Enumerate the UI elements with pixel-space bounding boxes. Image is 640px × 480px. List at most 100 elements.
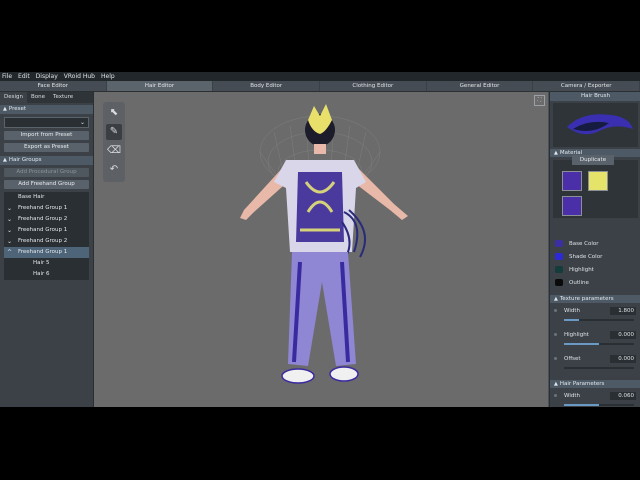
left-subtabs: Design Bone Texture: [0, 92, 93, 103]
duplicate-button[interactable]: Duplicate: [572, 155, 614, 165]
param-dot-icon: [554, 394, 557, 397]
import-from-preset-button[interactable]: Import from Preset: [4, 131, 89, 140]
chevron-up-icon: ▲: [554, 296, 558, 302]
chevron-down-icon[interactable]: ⌄: [7, 214, 12, 225]
highlight-color-row[interactable]: Highlight: [555, 266, 594, 275]
slider-track[interactable]: [564, 404, 634, 406]
outline-color-row[interactable]: Outline: [555, 279, 589, 288]
material-swatch[interactable]: [588, 171, 608, 191]
list-item[interactable]: ⌄ Freehand Group 1: [4, 203, 89, 214]
slider-fill: [564, 404, 599, 406]
3d-viewport[interactable]: ⬉ ✎ ⌫ ↶ ⛶: [94, 92, 548, 407]
hair-groups-section-header[interactable]: ▲ Hair Groups: [0, 156, 93, 165]
add-freehand-group-button[interactable]: Add Freehand Group: [4, 180, 89, 189]
group-label: Freehand Group 1: [18, 249, 68, 255]
base-color-label: Base Color: [569, 241, 599, 247]
slider-track[interactable]: [564, 367, 634, 369]
param-highlight: Highlight 0.000: [554, 331, 636, 352]
left-shoe: [281, 368, 315, 384]
texture-parameters-header[interactable]: ▲ Texture parameters: [550, 295, 640, 303]
outline-color-label: Outline: [569, 280, 589, 286]
param-hair-width: Width 0.060: [554, 392, 636, 407]
color-dot-icon[interactable]: [555, 279, 563, 286]
tab-body-editor[interactable]: Body Editor: [213, 81, 320, 91]
param-value-input[interactable]: 0.060: [610, 392, 636, 400]
hair-label: Hair 6: [33, 271, 50, 277]
menu-file[interactable]: File: [0, 72, 15, 81]
hair-brush-title: Hair Brush: [550, 92, 640, 101]
param-label: Offset: [564, 356, 581, 362]
preset-section-header[interactable]: ▲ Preset: [0, 105, 93, 114]
hair-parameters-header[interactable]: ▲ Hair Parameters: [550, 380, 640, 388]
param-value-input[interactable]: 0.000: [610, 331, 636, 339]
material-swatch[interactable]: [562, 196, 582, 216]
list-item-selected[interactable]: ^ Freehand Group 1: [4, 247, 89, 258]
param-dot-icon: [554, 333, 557, 336]
tab-general-editor[interactable]: General Editor: [426, 81, 533, 91]
param-value-input[interactable]: 1.800: [610, 307, 636, 315]
param-value-input[interactable]: 0.000: [610, 355, 636, 363]
list-item-hair[interactable]: Hair 6: [4, 269, 89, 280]
chevron-down-icon[interactable]: ⌄: [7, 236, 12, 247]
material-swatch[interactable]: [562, 171, 582, 191]
shade-color-label: Shade Color: [569, 254, 603, 260]
hair-label: Hair 5: [33, 260, 50, 266]
neck: [314, 144, 326, 154]
list-item[interactable]: ⌄ Freehand Group 2: [4, 236, 89, 247]
material-swatches: [553, 160, 638, 218]
avatar-model: [240, 104, 408, 384]
vroid-studio-window: File Edit Display VRoid Hub Help Face Ed…: [0, 72, 640, 407]
hair-group-list: Base Hair ⌄ Freehand Group 1 ⌄ Freehand Gr…: [4, 192, 89, 280]
slider-track[interactable]: [564, 343, 634, 345]
group-label: Freehand Group 1: [18, 227, 68, 233]
base-color-row[interactable]: Base Color: [555, 240, 599, 249]
list-item[interactable]: ⌄ Freehand Group 2: [4, 214, 89, 225]
tab-clothing-editor[interactable]: Clothing Editor: [320, 81, 426, 91]
color-dot-icon[interactable]: [555, 266, 563, 273]
tab-camera-exporter[interactable]: Camera / Exporter: [533, 81, 640, 91]
subtab-texture[interactable]: Texture: [49, 92, 77, 103]
chevron-up-icon: ▲: [3, 106, 7, 112]
menu-bar: File Edit Display VRoid Hub Help: [0, 72, 640, 81]
chevron-down-icon: ⌄: [79, 119, 85, 126]
slider-fill: [564, 319, 580, 321]
list-item[interactable]: Base Hair: [4, 192, 89, 203]
list-item[interactable]: ⌄ Freehand Group 1: [4, 225, 89, 236]
add-procedural-group-button[interactable]: Add Procedural Group: [4, 168, 89, 177]
chevron-down-icon[interactable]: ⌄: [7, 203, 12, 214]
param-offset: Offset 0.000: [554, 355, 636, 376]
subtab-bone[interactable]: Bone: [27, 92, 49, 103]
menu-help[interactable]: Help: [98, 72, 118, 81]
group-label: Base Hair: [18, 194, 45, 200]
group-label: Freehand Group 2: [18, 216, 68, 222]
param-dot-icon: [554, 309, 557, 312]
left-panel: Design Bone Texture ▲ Preset ⌄ Import fro…: [0, 92, 94, 407]
texture-header-label: Texture parameters: [559, 296, 614, 302]
chevron-up-icon: ▲: [3, 157, 7, 163]
chevron-down-icon[interactable]: ⌄: [7, 225, 12, 236]
right-shoe: [329, 366, 359, 382]
highlight-color-label: Highlight: [569, 267, 594, 273]
param-label: Width: [564, 393, 580, 399]
shade-color-row[interactable]: Shade Color: [555, 253, 602, 262]
color-dot-icon[interactable]: [555, 240, 563, 247]
brush-preview: [553, 103, 638, 147]
tab-hair-editor[interactable]: Hair Editor: [106, 81, 213, 91]
tab-face-editor[interactable]: Face Editor: [0, 81, 106, 91]
chevron-up-icon[interactable]: ^: [7, 247, 12, 258]
subtab-design[interactable]: Design: [0, 92, 27, 103]
menu-edit[interactable]: Edit: [15, 72, 33, 81]
slider-track[interactable]: [564, 319, 634, 321]
param-width: Width 1.800: [554, 307, 636, 328]
chevron-up-icon: ▲: [554, 150, 558, 156]
slider-fill: [564, 343, 599, 345]
param-label: Width: [564, 308, 580, 314]
menu-vroid-hub[interactable]: VRoid Hub: [61, 72, 98, 81]
param-label: Highlight: [564, 332, 589, 338]
color-dot-icon[interactable]: [555, 253, 563, 260]
group-label: Freehand Group 2: [18, 238, 68, 244]
menu-display[interactable]: Display: [33, 72, 61, 81]
list-item-hair[interactable]: Hair 5: [4, 258, 89, 269]
preset-dropdown[interactable]: ⌄: [4, 117, 89, 128]
export-as-preset-button[interactable]: Export as Preset: [4, 143, 89, 152]
